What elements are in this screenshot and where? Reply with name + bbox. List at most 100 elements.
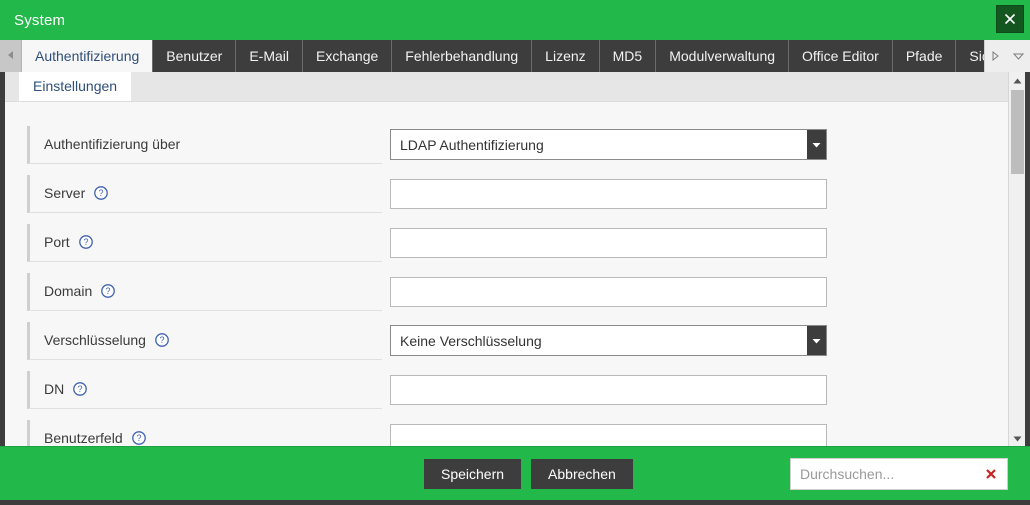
tab-label: Sicherheit [969,48,984,64]
tab-dropdown-button[interactable] [1012,52,1024,60]
clear-x-icon[interactable] [984,468,998,480]
tab-e-mail[interactable]: E-Mail [236,40,304,72]
svg-text:?: ? [106,286,111,296]
tab-modulverwaltung[interactable]: Modulverwaltung [656,40,790,72]
tab-label: E-Mail [249,48,290,64]
help-icon[interactable]: ? [78,235,93,249]
window-title: System [14,11,66,29]
select-value-text: Keine Verschlüsselung [400,332,542,349]
scrollbar-track[interactable] [1008,88,1025,430]
tab-list: Authentifizierung Benutzer E-Mail Exchan… [22,40,984,72]
select-authentifizierung-ueber[interactable]: LDAP Authentifizierung [390,129,827,160]
help-icon[interactable]: ? [94,186,109,200]
sub-tab-bar: Einstellungen [5,72,1008,102]
field-label-text: DN [44,381,65,397]
field-label-text: Verschlüsselung [44,332,146,348]
tab-bar: Authentifizierung Benutzer E-Mail Exchan… [0,40,1030,72]
help-icon[interactable]: ? [131,431,146,445]
form-row-benutzerfeld: Benutzerfeld ? [5,414,1008,446]
form-row-verschluesselung: Verschlüsselung ? Keine Verschlüsselung [5,316,1008,365]
tab-office-editor[interactable]: Office Editor [789,40,893,72]
label-dn: DN ? [27,370,382,409]
svg-text:?: ? [83,237,88,247]
chevron-down-icon[interactable] [807,326,826,355]
scroll-down-button[interactable] [1008,430,1025,446]
settings-form: Authentifizierung über LDAP Authentifizi… [5,102,1008,446]
select-value-text: LDAP Authentifizierung [400,136,544,153]
close-icon [1003,12,1017,26]
tab-lizenz[interactable]: Lizenz [532,40,600,72]
control-authentifizierung-ueber: LDAP Authentifizierung [390,129,827,160]
vertical-scrollbar[interactable] [1008,72,1025,446]
label-verschluesselung: Verschlüsselung ? [27,321,382,360]
svg-text:?: ? [78,384,83,394]
save-button[interactable]: Speichern [424,458,522,489]
field-label-text: Benutzerfeld [44,430,123,446]
svg-text:?: ? [136,433,141,443]
field-label-text: Authentifizierung über [44,136,181,152]
input-benutzerfeld[interactable] [390,423,827,446]
help-icon[interactable]: ? [73,382,88,396]
tab-exchange[interactable]: Exchange [303,40,393,72]
cancel-button[interactable]: Abbrechen [531,458,633,489]
input-dn[interactable] [390,374,827,405]
scroll-up-button[interactable] [1008,72,1025,89]
footer-toolbar: Speichern Abbrechen [0,446,1030,500]
input-port[interactable] [390,227,827,258]
form-row-server: Server ? [5,169,1008,218]
form-row-port: Port ? [5,218,1008,267]
tab-benutzer[interactable]: Benutzer [153,40,237,72]
footer-button-group: Speichern Abbrechen [424,458,633,489]
control-port [390,227,827,258]
triangle-up-icon [1013,72,1022,89]
tab-label: Lizenz [545,48,586,64]
sub-tab-einstellungen[interactable]: Einstellungen [19,72,132,101]
tab-label: Fehlerbehandlung [405,48,519,64]
form-row-dn: DN ? [5,365,1008,414]
tab-md5[interactable]: MD5 [599,40,657,72]
tab-label: Benutzer [166,48,223,64]
label-port: Port ? [27,223,382,262]
tab-fehlerbehandlung[interactable]: Fehlerbehandlung [392,40,533,72]
tab-sicherheit[interactable]: Sicherheit [956,40,984,72]
help-icon[interactable]: ? [101,284,116,298]
tab-label: Authentifizierung [35,48,140,64]
tab-pfade[interactable]: Pfade [892,40,957,72]
tab-nav-controls [984,40,1030,72]
help-icon[interactable]: ? [155,333,169,347]
label-authentifizierung-ueber: Authentifizierung über [27,125,382,164]
search-input[interactable] [800,465,984,482]
label-domain: Domain ? [27,272,382,311]
tab-authentifizierung[interactable]: Authentifizierung [22,40,154,72]
close-button[interactable] [996,5,1024,33]
tab-label: Modulverwaltung [669,48,776,64]
control-verschluesselung: Keine Verschlüsselung [390,325,827,356]
window-titlebar: System [0,0,1030,40]
control-domain [390,276,827,307]
scrollbar-thumb[interactable] [1010,90,1024,174]
tab-label: Pfade [905,48,943,64]
svg-text:?: ? [99,188,104,198]
svg-text:?: ? [159,335,164,345]
form-row-authentifizierung-ueber: Authentifizierung über LDAP Authentifizi… [5,120,1008,169]
tab-label: Office Editor [802,48,879,64]
tab-label: Exchange [316,48,379,64]
input-domain[interactable] [390,276,827,307]
tab-label: MD5 [612,48,643,64]
field-label-text: Domain [44,283,93,299]
label-server: Server ? [27,174,382,213]
tab-scroll-right-button[interactable] [991,51,1000,61]
chevron-down-icon[interactable] [807,130,826,159]
content-column: Einstellungen Authentifizierung über LDA… [5,72,1008,446]
system-settings-window: System Authentifizierung Benutzer E-Mail… [0,0,1030,505]
input-server[interactable] [390,178,827,209]
tab-scroll-left-button[interactable] [0,40,22,72]
form-row-domain: Domain ? [5,267,1008,316]
field-label-text: Server [44,185,86,201]
control-dn [390,374,827,405]
select-verschluesselung[interactable]: Keine Verschlüsselung [390,325,827,356]
label-benutzerfeld: Benutzerfeld ? [27,419,382,446]
control-server [390,178,827,209]
chevron-left-icon [6,47,15,65]
sub-tab-label: Einstellungen [33,78,118,94]
